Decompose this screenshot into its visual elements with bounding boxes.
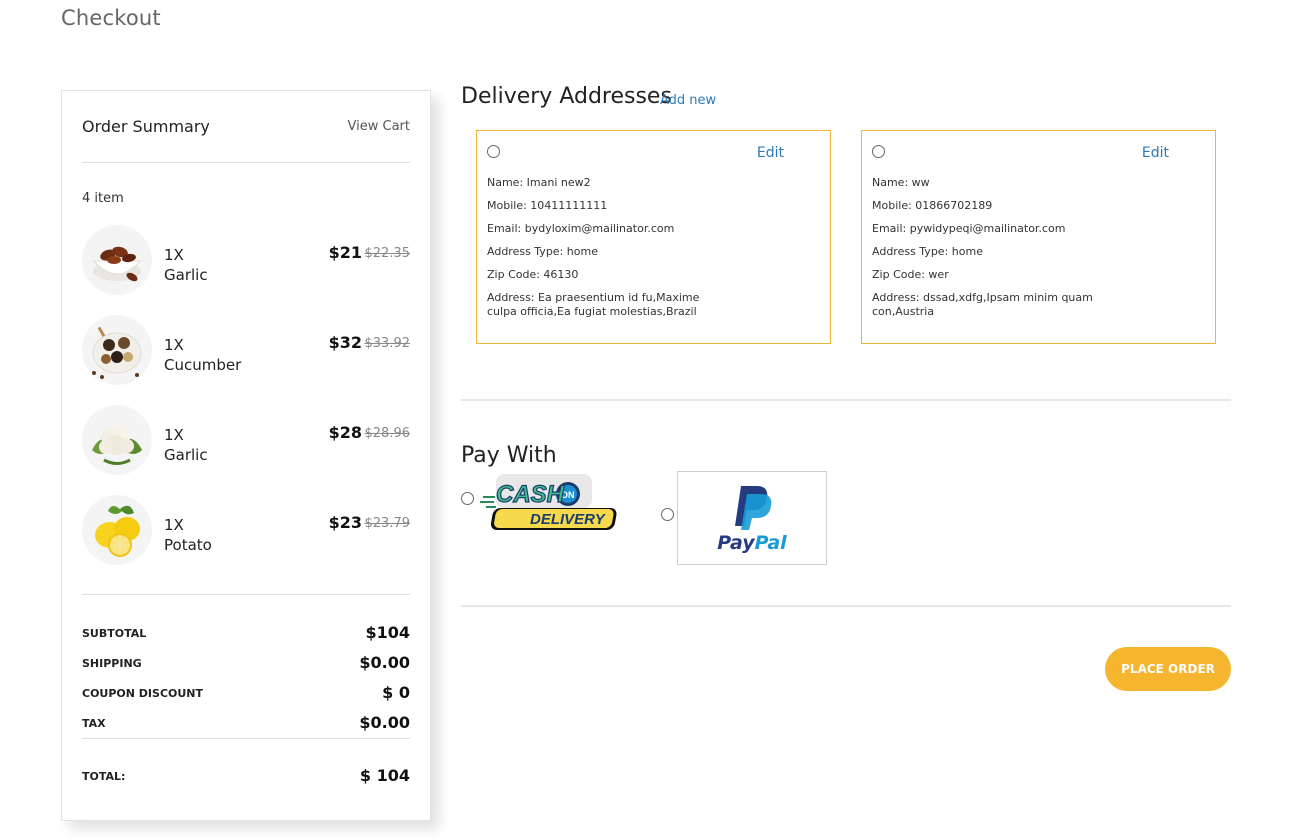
section-divider [461, 399, 1231, 401]
subtotal-row: SUBTOTAL $104 [82, 623, 410, 643]
cash-on-delivery-radio[interactable] [461, 492, 474, 505]
pay-with-title: Pay With [461, 443, 557, 468]
order-summary-title: Order Summary [82, 117, 210, 136]
product-image [82, 315, 152, 385]
item-name: Garlic [164, 266, 208, 284]
total-value: $ 104 [359, 766, 410, 785]
subtotal-label: SUBTOTAL [82, 627, 147, 640]
item-quantity: 1X [164, 246, 184, 264]
delivery-addresses-title: Delivery Addresses [461, 84, 672, 109]
add-new-address-link[interactable]: Add new [660, 93, 716, 108]
cart-item: 1X Potato $23 $23.79 [82, 495, 410, 565]
address-zip: Zip Code: 46130 [487, 268, 579, 281]
edit-address-link[interactable]: Edit [757, 145, 784, 161]
item-quantity: 1X [164, 336, 184, 354]
address-type: Address Type: home [872, 245, 983, 258]
paypal-radio[interactable] [661, 508, 674, 521]
item-price: $28 [328, 423, 362, 442]
edit-address-link[interactable]: Edit [1142, 145, 1169, 161]
address-mobile: Mobile: 10411111111 [487, 199, 608, 212]
item-original-price: $22.35 [364, 246, 411, 261]
page-title: Checkout [61, 6, 161, 30]
item-price: $32 [328, 333, 362, 352]
address-name: Name: Imani new2 [487, 176, 591, 189]
product-image [82, 405, 152, 475]
shipping-row: SHIPPING $0.00 [82, 653, 410, 673]
section-divider [461, 605, 1231, 607]
tax-row: TAX $0.00 [82, 713, 410, 733]
address-type: Address Type: home [487, 245, 598, 258]
subtotal-value: $104 [365, 623, 410, 642]
item-name: Cucumber [164, 356, 242, 374]
item-quantity: 1X [164, 516, 184, 534]
address-mobile: Mobile: 01866702189 [872, 199, 993, 212]
item-original-price: $28.96 [364, 426, 411, 441]
paypal-wordmark: PayPal [678, 532, 826, 554]
cart-item: 1X Garlic $28 $28.96 [82, 405, 410, 475]
total-row: TOTAL: $ 104 [82, 766, 410, 786]
item-count: 4 item [82, 191, 124, 206]
item-price: $21 [328, 243, 362, 262]
order-summary-card: Order Summary View Cart 4 item 1X Garlic… [61, 90, 431, 821]
address-email: Email: pywidypeqi@mailinator.com [872, 222, 1066, 235]
coupon-discount-label: COUPON DISCOUNT [82, 687, 204, 700]
item-name: Garlic [164, 446, 208, 464]
cart-item: 1X Garlic $21 $22.35 [82, 225, 410, 295]
total-label: TOTAL: [82, 770, 126, 783]
address-email: Email: bydyloxim@mailinator.com [487, 222, 675, 235]
item-name: Potato [164, 536, 212, 554]
product-image [82, 225, 152, 295]
divider [82, 162, 410, 163]
item-original-price: $23.79 [364, 516, 411, 531]
cash-on-delivery-logo[interactable]: DELIVERY ON CASH [478, 472, 628, 534]
paypal-logo[interactable]: PayPal [677, 471, 827, 565]
coupon-discount-value: $ 0 [382, 683, 410, 702]
cart-item: 1X Cucumber $32 $33.92 [82, 315, 410, 385]
address-card[interactable]: Edit Name: ww Mobile: 01866702189 Email:… [861, 130, 1216, 344]
order-summary-header: Order Summary View Cart [82, 117, 410, 137]
address-zip: Zip Code: wer [872, 268, 949, 281]
tax-value: $0.00 [359, 713, 410, 732]
paypal-word-pay: Pay [717, 532, 755, 554]
cod-text-cash: CASH [496, 481, 565, 508]
address-name: Name: ww [872, 176, 930, 189]
address-text: Address: dssad,xdfg,Ipsam minim quam con… [872, 291, 1093, 318]
coupon-discount-row: COUPON DISCOUNT $ 0 [82, 683, 410, 703]
item-price: $23 [328, 513, 362, 532]
address-text: Address: Ea praesentium id fu,Maxime cul… [487, 291, 700, 318]
item-original-price: $33.92 [364, 336, 411, 351]
place-order-button[interactable]: PLACE ORDER [1105, 647, 1231, 691]
address-radio[interactable] [872, 145, 885, 158]
item-quantity: 1X [164, 426, 184, 444]
view-cart-link[interactable]: View Cart [348, 119, 410, 134]
product-image [82, 495, 152, 565]
address-card[interactable]: Edit Name: Imani new2 Mobile: 1041111111… [476, 130, 831, 344]
tax-label: TAX [82, 717, 106, 730]
cod-text-delivery: DELIVERY [530, 511, 607, 528]
divider [82, 594, 410, 595]
paypal-icon [735, 486, 772, 530]
shipping-value: $0.00 [359, 653, 410, 672]
shipping-label: SHIPPING [82, 657, 142, 670]
paypal-word-pal: Pal [754, 532, 787, 554]
address-radio[interactable] [487, 145, 500, 158]
divider [82, 738, 410, 739]
